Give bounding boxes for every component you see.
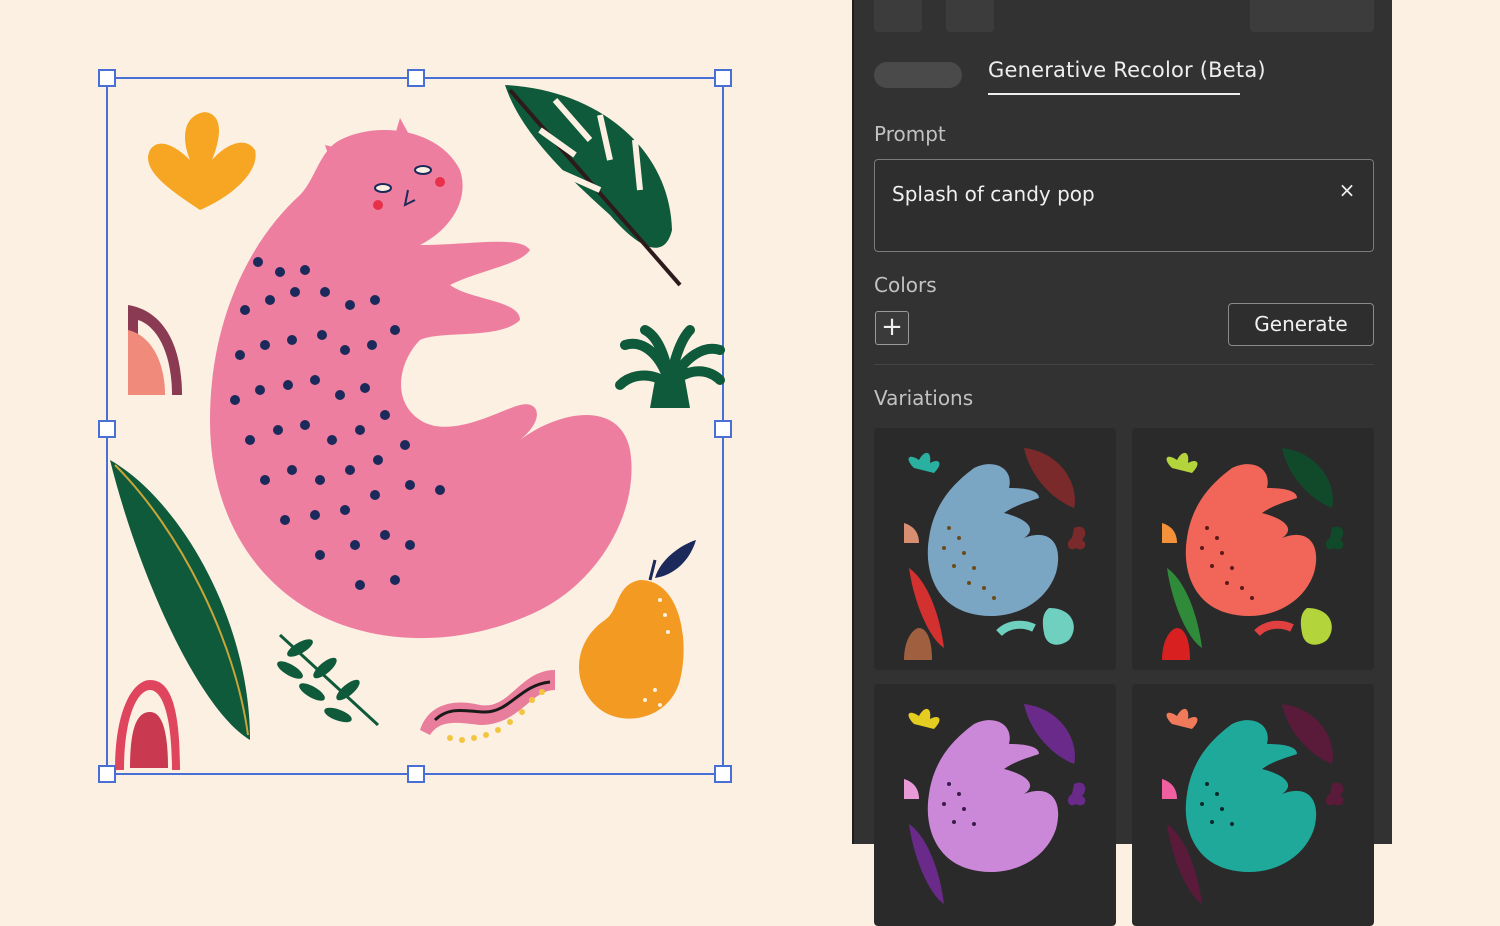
resize-handle-left bbox=[98, 420, 116, 438]
tab-generative-recolor[interactable]: Generative Recolor (Beta) bbox=[988, 58, 1266, 82]
artwork[interactable] bbox=[0, 0, 852, 844]
divider bbox=[874, 364, 1374, 365]
small-plant bbox=[615, 325, 725, 408]
monstera-leaf bbox=[505, 85, 682, 287]
plus-icon[interactable]: + bbox=[875, 311, 909, 345]
orange-flower bbox=[148, 112, 256, 210]
canvas-area[interactable] bbox=[0, 0, 852, 844]
resize-handle-right bbox=[714, 420, 732, 438]
prompt-input[interactable]: Splash of candy pop × bbox=[874, 159, 1374, 252]
rainbow-arch-bottom bbox=[115, 680, 180, 770]
pink-cat bbox=[210, 118, 632, 639]
prompt-label: Prompt bbox=[874, 122, 946, 146]
tab-other[interactable] bbox=[874, 62, 962, 88]
recolor-panel: Generative Recolor (Beta) Prompt Splash … bbox=[852, 0, 1394, 926]
resize-handle-top bbox=[407, 69, 425, 87]
tab-active-indicator bbox=[988, 93, 1240, 95]
toolbar-button[interactable] bbox=[1250, 0, 1374, 32]
rainbow-arch-left bbox=[128, 305, 182, 395]
resize-handle-bottom-right bbox=[714, 765, 732, 783]
variation-thumbnail-3[interactable] bbox=[874, 684, 1116, 926]
generate-button[interactable]: Generate bbox=[1228, 303, 1374, 346]
toolbar-button[interactable] bbox=[874, 0, 922, 32]
resize-handle-bottom-left bbox=[98, 765, 116, 783]
variation-thumbnail-1[interactable] bbox=[874, 428, 1116, 670]
colors-label: Colors bbox=[874, 273, 937, 297]
squiggle bbox=[420, 670, 555, 743]
variation-thumbnail-4[interactable] bbox=[1132, 684, 1374, 926]
resize-handle-top-left bbox=[98, 69, 116, 87]
pear bbox=[578, 540, 696, 719]
close-icon[interactable]: × bbox=[1335, 178, 1359, 202]
toolbar-button[interactable] bbox=[946, 0, 994, 32]
resize-handle-bottom bbox=[407, 765, 425, 783]
background-gutter bbox=[1392, 0, 1500, 844]
resize-handle-top-right bbox=[714, 69, 732, 87]
olive-branch bbox=[277, 633, 380, 727]
variation-thumbnail-2[interactable] bbox=[1132, 428, 1374, 670]
prompt-text[interactable]: Splash of candy pop bbox=[892, 182, 1095, 206]
variations-label: Variations bbox=[874, 386, 974, 410]
